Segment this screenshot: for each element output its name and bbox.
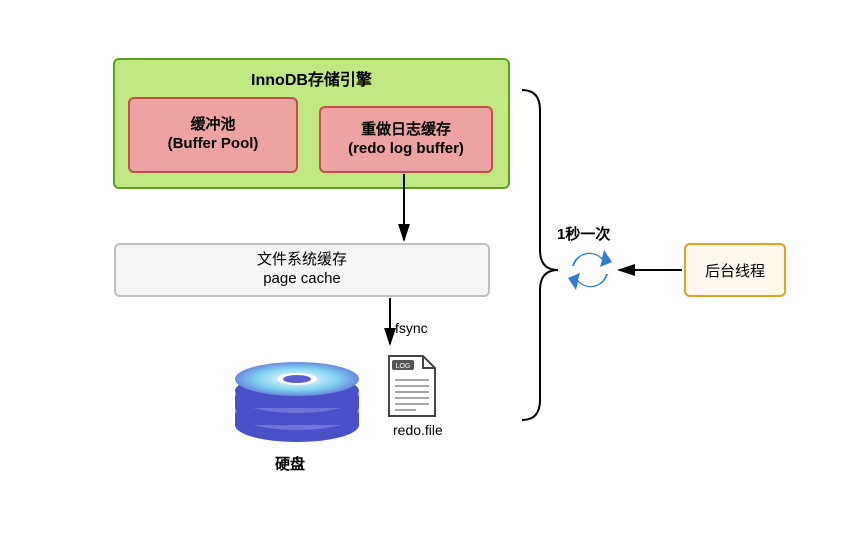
brace-icon <box>522 90 558 420</box>
page-cache-box: 文件系统缓存 page cache <box>114 243 490 297</box>
disk-icon <box>235 362 359 442</box>
sync-icon <box>568 250 612 290</box>
buffer-pool-box: 缓冲池 (Buffer Pool) <box>128 97 298 173</box>
bg-thread-label: 后台线程 <box>705 260 765 281</box>
page-cache-label-1: 文件系统缓存 <box>257 251 347 270</box>
disk-label: 硬盘 <box>275 453 305 474</box>
page-cache-label-2: page cache <box>263 270 341 289</box>
background-thread-box: 后台线程 <box>684 243 786 297</box>
redo-log-buffer-box: 重做日志缓存 (redo log buffer) <box>319 106 493 173</box>
buffer-pool-label-2: (Buffer Pool) <box>168 135 259 154</box>
fsync-label: fsync <box>395 320 428 336</box>
file-icon-tag: LOG <box>396 363 411 370</box>
file-icon: LOG <box>389 356 435 416</box>
interval-label: 1秒一次 <box>557 223 610 244</box>
innodb-title: InnoDB存储引擎 <box>115 66 508 90</box>
redo-buf-label-2: (redo log buffer) <box>348 140 464 159</box>
redo-file-label: redo.file <box>393 422 443 438</box>
buffer-pool-label-1: 缓冲池 <box>190 116 235 135</box>
redo-buf-label-1: 重做日志缓存 <box>361 121 451 140</box>
